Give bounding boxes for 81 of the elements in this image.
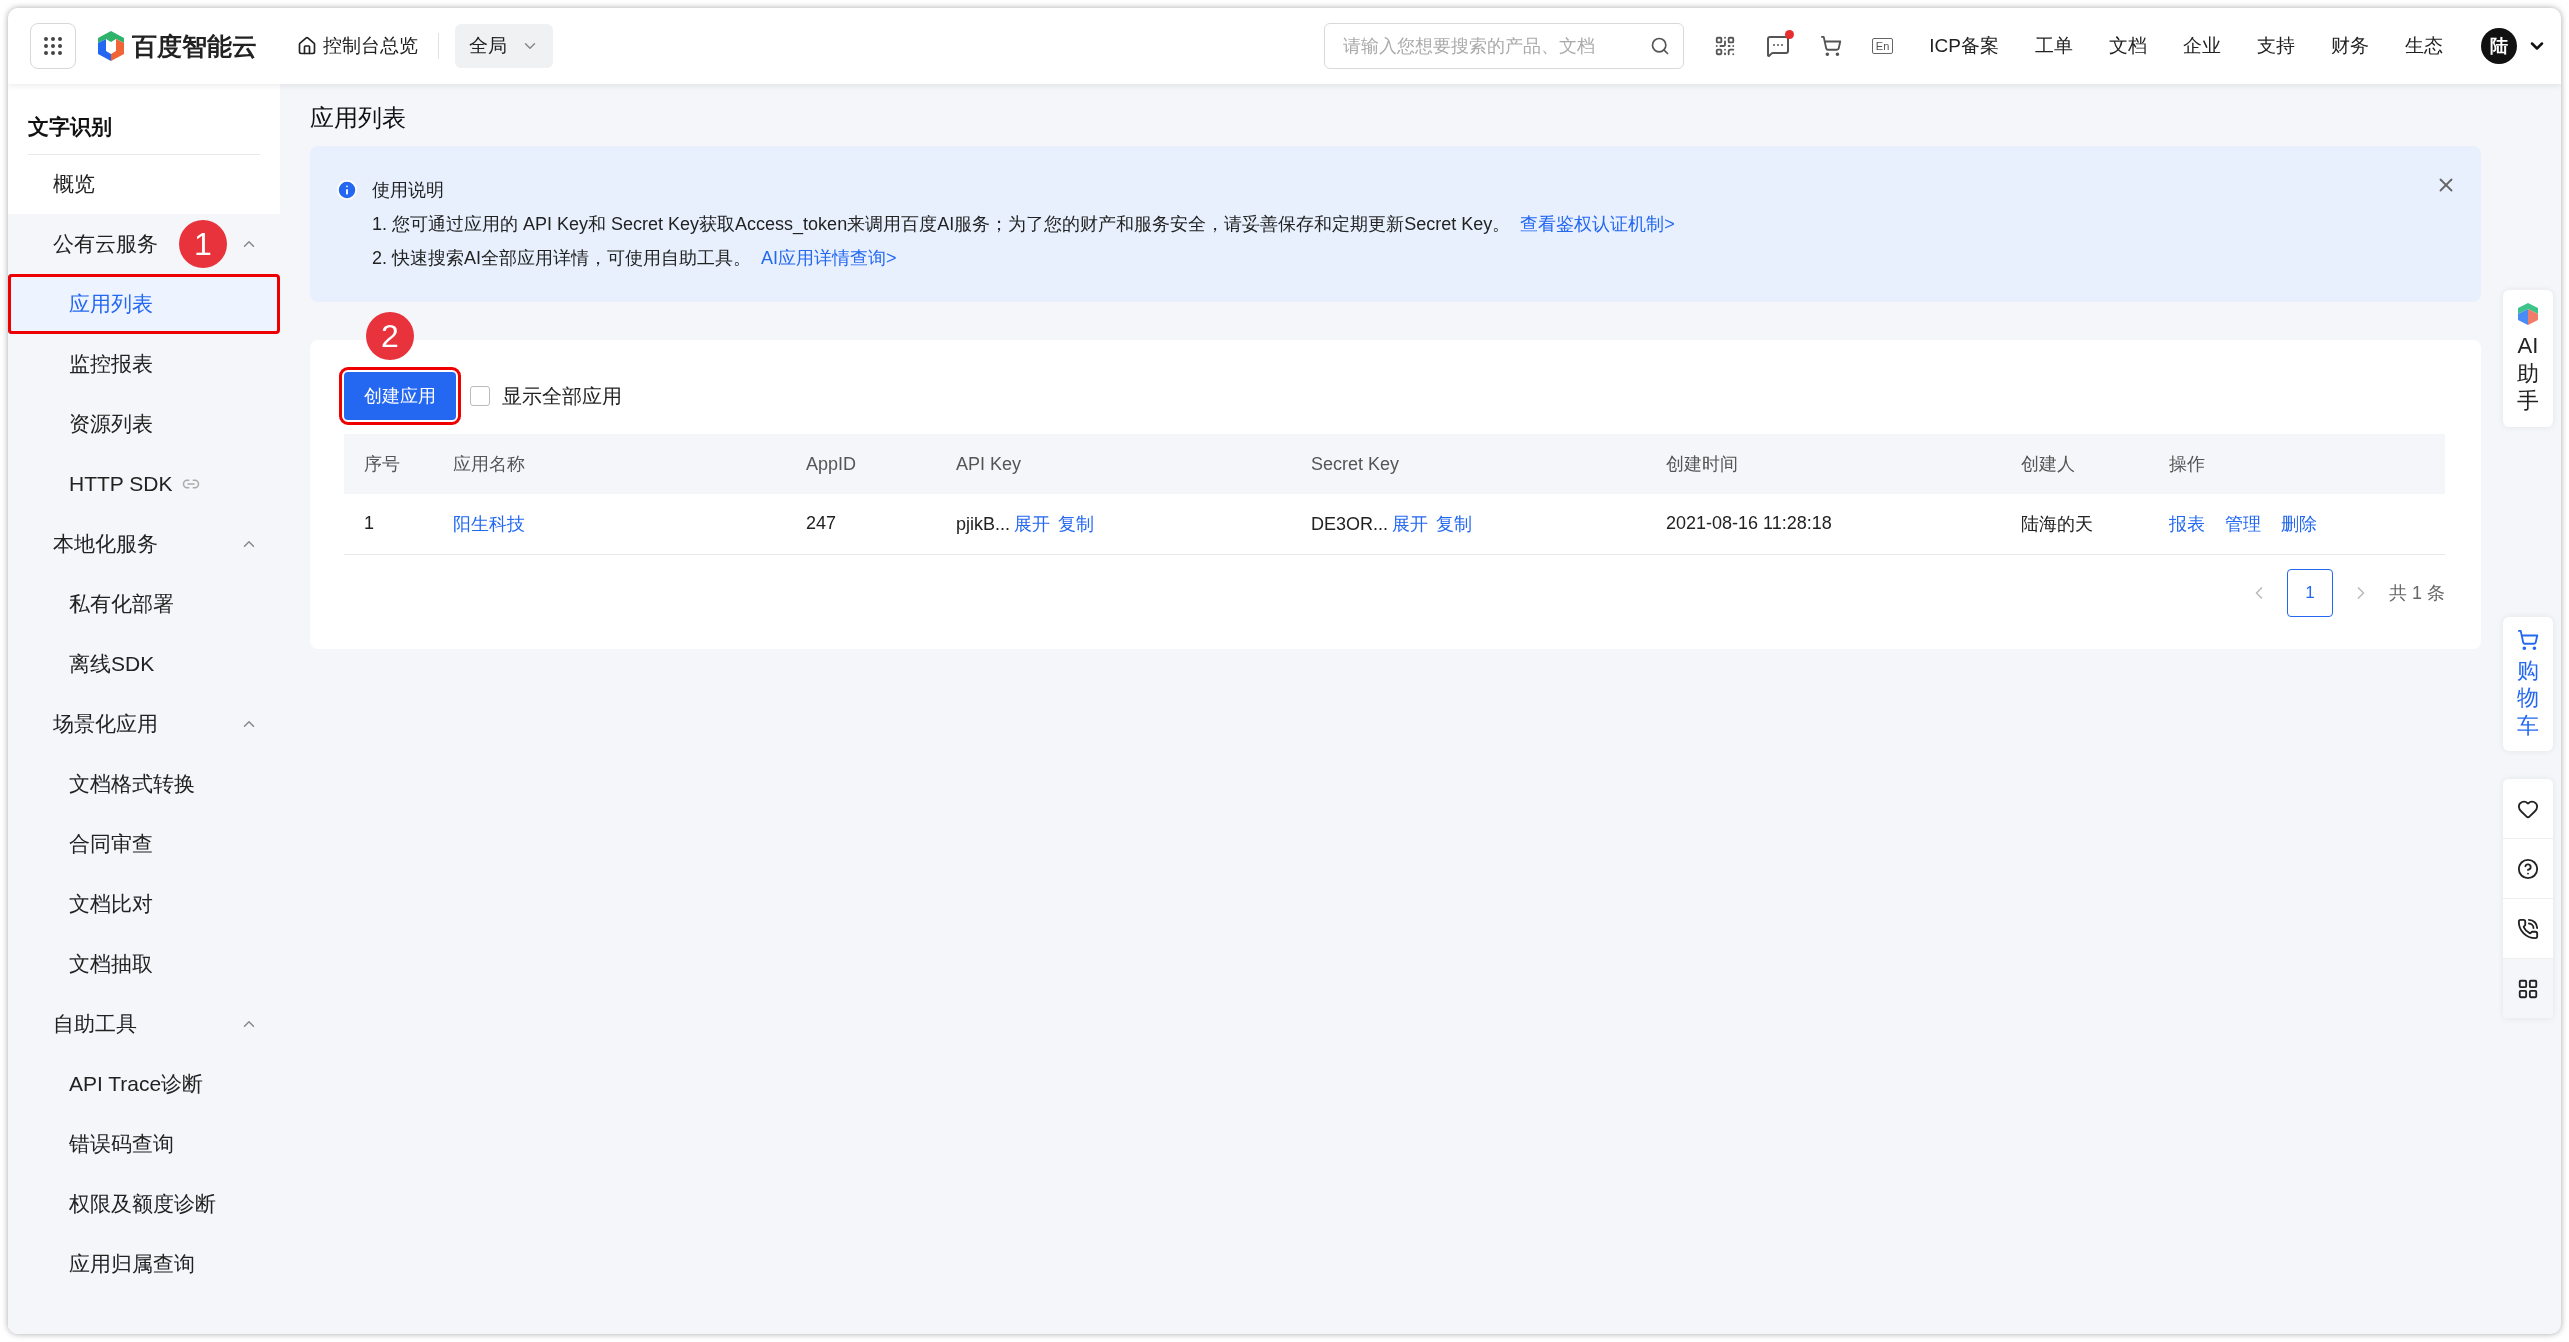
menu-item[interactable]: 文档比对 [8, 874, 280, 934]
sidebar-title: 文字识别 [27, 113, 113, 140]
search-field[interactable]: 请输入您想要搜索的产品、文档 [1323, 23, 1684, 69]
avatar[interactable]: 陆 [2481, 28, 2517, 64]
menu-item[interactable]: 应用归属查询 [8, 1234, 280, 1294]
menu-group[interactable]: 本地化服务 [8, 514, 280, 574]
key-action-link[interactable]: 展开 [1392, 513, 1429, 534]
step-marker: 1 [179, 220, 227, 268]
key-text: DE3OR... [1311, 513, 1389, 534]
nav-link[interactable]: 生态 [2405, 33, 2443, 59]
total-count: 共 1 条 [2389, 581, 2445, 605]
info-icon [336, 179, 358, 201]
key-action-link[interactable]: 复制 [1436, 513, 1473, 534]
page-button[interactable]: 1 [2287, 568, 2333, 617]
menu-item[interactable]: 文档格式转换 [8, 754, 280, 814]
step-marker: 2 [366, 312, 414, 360]
phone-icon[interactable] [2503, 899, 2553, 959]
scope-select[interactable]: 全局 [455, 24, 553, 68]
checkbox[interactable] [470, 386, 490, 406]
column-header: 操作 [2149, 434, 2445, 494]
menu-group[interactable]: 公有云服务 1 [8, 214, 280, 274]
row-action-link[interactable]: 报表 [2169, 513, 2205, 534]
menu-item[interactable]: 应用列表 [8, 274, 280, 334]
menu-item[interactable]: 合同审查 [8, 814, 280, 874]
notice-text: 1. 您可通过应用的 API Key和 Secret Key获取Access_token来调用百度AI服务；为了您的财产和服务安全，请妥善保存和定期更新Secret Key。 查看鉴权认证机制> [372, 213, 1676, 236]
search-icon[interactable] [1649, 36, 1670, 56]
cart-icon[interactable] [1819, 35, 1842, 57]
qr-code-icon[interactable] [1713, 35, 1736, 57]
nav-link[interactable]: ICP备案 [1929, 33, 1999, 59]
checkbox-label: 显示全部应用 [502, 383, 622, 409]
home-icon [297, 36, 317, 56]
language-toggle[interactable]: En [1871, 38, 1894, 54]
table-cell: 1 [344, 494, 433, 554]
nav-link[interactable]: 财务 [2331, 33, 2369, 59]
table-cell: 2021-08-16 11:28:18 [1646, 494, 2001, 554]
row-action-link[interactable]: 管理 [2225, 513, 2261, 534]
nav-link[interactable]: 支持 [2257, 33, 2295, 59]
table-cell: 陆海的天 [2001, 494, 2149, 554]
menu-item[interactable]: 离线SDK [8, 634, 280, 694]
cart-button[interactable]: 购物车 [2503, 616, 2553, 751]
cube-icon [2516, 302, 2540, 326]
key-text: pjikB... [956, 513, 1011, 534]
row-action-link[interactable]: 删除 [2281, 513, 2317, 534]
ai-assistant-button[interactable]: AI助手 [2503, 290, 2553, 427]
menu-item[interactable]: 私有化部署 [8, 574, 280, 634]
column-header: 序号 [344, 434, 433, 494]
menu-group[interactable]: 自助工具 [8, 994, 280, 1054]
column-header: 创建人 [2001, 434, 2149, 494]
page-title: 应用列表 [310, 103, 407, 133]
cart-icon [2517, 628, 2539, 651]
menu-item[interactable]: 错误码查询 [8, 1114, 280, 1174]
column-header: 应用名称 [433, 434, 786, 494]
notice-title: 使用说明 [372, 179, 444, 202]
menu-group[interactable]: 场景化应用 [8, 694, 280, 754]
help-link[interactable]: 查看鉴权认证机制> [1520, 214, 1675, 234]
menu-item[interactable]: 文档抽取 [8, 934, 280, 994]
grid-dots-icon [41, 34, 65, 58]
menu-item[interactable]: 权限及额度诊断 [8, 1174, 280, 1234]
nav-link[interactable]: 文档 [2109, 33, 2147, 59]
help-link[interactable]: AI应用详情查询> [761, 248, 897, 268]
nav-link[interactable]: 企业 [2183, 33, 2221, 59]
home-link[interactable]: 控制台总览 [297, 33, 439, 59]
app-name-link[interactable]: 阳生科技 [453, 513, 525, 534]
column-header: Secret Key [1291, 434, 1646, 494]
menu-item[interactable]: 资源列表 [8, 394, 280, 454]
logo-text: 百度智能云 [132, 30, 257, 62]
nav-link[interactable]: 工单 [2035, 33, 2073, 59]
key-action-link[interactable]: 复制 [1058, 513, 1095, 534]
help-icon[interactable] [2503, 839, 2553, 899]
logo-icon [96, 30, 126, 62]
menu-item[interactable]: 监控报表 [8, 334, 280, 394]
table-cell: 247 [786, 494, 936, 554]
menu-item[interactable]: HTTP SDK [8, 454, 280, 514]
column-header: 创建时间 [1646, 434, 2001, 494]
notice-text: 2. 快速搜索AI全部应用详情，可使用自助工具。 AI应用详情查询> [372, 247, 898, 270]
column-header: API Key [936, 434, 1291, 494]
apps-button[interactable] [30, 23, 76, 69]
grid-icon[interactable] [2503, 959, 2553, 1019]
column-header: AppID [786, 434, 936, 494]
key-action-link[interactable]: 展开 [1014, 513, 1051, 534]
menu-item[interactable]: API Trace诊断 [8, 1054, 280, 1114]
